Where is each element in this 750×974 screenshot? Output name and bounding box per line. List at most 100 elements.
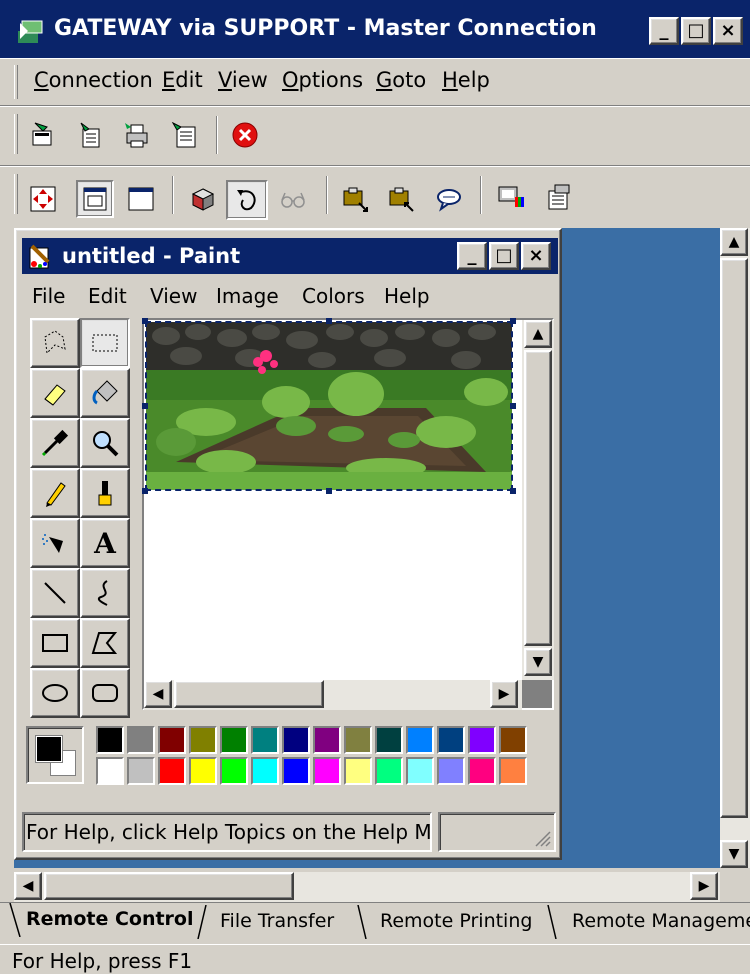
- properties-button[interactable]: [168, 118, 202, 152]
- clipboard-get-button[interactable]: [384, 182, 418, 216]
- paint-vertical-scroll-thumb[interactable]: [524, 350, 552, 646]
- palette-color-swatch[interactable]: [344, 757, 372, 785]
- palette-color-swatch[interactable]: [158, 726, 186, 754]
- line-tool[interactable]: [30, 568, 80, 618]
- palette-color-swatch[interactable]: [158, 757, 186, 785]
- palette-color-swatch[interactable]: [468, 726, 496, 754]
- palette-color-swatch[interactable]: [375, 726, 403, 754]
- clipboard-send-button[interactable]: [338, 182, 372, 216]
- minimize-button[interactable]: _: [649, 17, 679, 45]
- text-tool[interactable]: A: [80, 518, 130, 568]
- palette-color-swatch[interactable]: [96, 757, 124, 785]
- palette-color-swatch[interactable]: [499, 757, 527, 785]
- menu-edit[interactable]: Edit: [162, 68, 203, 92]
- palette-color-swatch[interactable]: [406, 757, 434, 785]
- vertical-scrollbar[interactable]: ▲ ▼: [720, 228, 750, 868]
- scroll-up-button[interactable]: ▲: [720, 228, 748, 256]
- select-tool[interactable]: [80, 318, 130, 368]
- stop-button[interactable]: [228, 118, 262, 152]
- paint-scroll-up-button[interactable]: ▲: [524, 320, 552, 348]
- palette-color-swatch[interactable]: [499, 726, 527, 754]
- selection-handle[interactable]: [326, 488, 332, 494]
- palette-color-swatch[interactable]: [189, 726, 217, 754]
- horizontal-scrollbar[interactable]: ◀ ▶: [14, 872, 720, 902]
- disconnect-button[interactable]: [74, 118, 108, 152]
- paint-menu-view[interactable]: View: [150, 284, 197, 308]
- polygon-tool[interactable]: [80, 618, 130, 668]
- vertical-scroll-thumb[interactable]: [720, 258, 748, 818]
- palette-color-swatch[interactable]: [282, 757, 310, 785]
- horizontal-scroll-thumb[interactable]: [44, 872, 294, 900]
- toolbar-grip[interactable]: [14, 114, 18, 154]
- selection-handle[interactable]: [142, 488, 148, 494]
- paint-minimize-button[interactable]: _: [457, 242, 487, 270]
- menu-connection[interactable]: Connection: [34, 68, 153, 92]
- paint-canvas[interactable]: [142, 318, 522, 680]
- paint-scroll-right-button[interactable]: ▶: [490, 680, 518, 708]
- free-form-select-tool[interactable]: [30, 318, 80, 368]
- selection-handle[interactable]: [510, 403, 516, 409]
- scaled-view-button[interactable]: [76, 180, 114, 218]
- tab-remote-management[interactable]: Remote Management: [544, 905, 750, 939]
- palette-color-swatch[interactable]: [313, 757, 341, 785]
- menu-options[interactable]: Options: [282, 68, 363, 92]
- paint-scroll-down-button[interactable]: ▼: [524, 648, 552, 676]
- tab-remote-printing[interactable]: Remote Printing: [354, 905, 544, 939]
- color-picker-tool[interactable]: [30, 418, 80, 468]
- paint-menu-colors[interactable]: Colors: [302, 284, 365, 308]
- paint-scroll-left-button[interactable]: ◀: [144, 680, 172, 708]
- fill-tool[interactable]: [80, 368, 130, 418]
- full-screen-button[interactable]: [26, 182, 60, 216]
- palette-color-swatch[interactable]: [251, 757, 279, 785]
- palette-color-swatch[interactable]: [437, 757, 465, 785]
- chat-button[interactable]: [432, 182, 466, 216]
- menu-grip[interactable]: [14, 65, 18, 99]
- palette-color-swatch[interactable]: [220, 757, 248, 785]
- palette-color-swatch[interactable]: [437, 726, 465, 754]
- selection-rectangle[interactable]: [145, 321, 513, 491]
- palette-color-swatch[interactable]: [127, 757, 155, 785]
- palette-color-swatch[interactable]: [313, 726, 341, 754]
- scroll-down-button[interactable]: ▼: [720, 840, 748, 868]
- paint-vertical-scrollbar[interactable]: ▲ ▼: [522, 320, 554, 680]
- paint-menu-image[interactable]: Image: [216, 284, 279, 308]
- paint-horizontal-scrollbar[interactable]: ◀ ▶: [144, 680, 522, 710]
- palette-color-swatch[interactable]: [251, 726, 279, 754]
- menu-view[interactable]: View: [218, 68, 268, 92]
- rotate-button[interactable]: [226, 180, 268, 220]
- remote-properties-button[interactable]: [540, 180, 574, 214]
- palette-color-swatch[interactable]: [375, 757, 403, 785]
- palette-color-swatch[interactable]: [406, 726, 434, 754]
- print-button[interactable]: [120, 118, 154, 152]
- palette-color-swatch[interactable]: [468, 757, 496, 785]
- curve-tool[interactable]: [80, 568, 130, 618]
- glasses-button[interactable]: [276, 182, 310, 216]
- magnifier-tool[interactable]: [80, 418, 130, 468]
- paint-window[interactable]: untitled - Paint _ □ × File Edit View Im…: [14, 228, 562, 860]
- close-button[interactable]: ×: [713, 17, 743, 45]
- selection-handle[interactable]: [326, 318, 332, 324]
- palette-color-swatch[interactable]: [344, 726, 372, 754]
- maximize-button[interactable]: □: [681, 17, 711, 45]
- palette-color-swatch[interactable]: [96, 726, 124, 754]
- palette-color-swatch[interactable]: [127, 726, 155, 754]
- tab-file-transfer[interactable]: File Transfer: [196, 905, 354, 939]
- selection-handle[interactable]: [510, 318, 516, 324]
- menu-help[interactable]: Help: [442, 68, 490, 92]
- toolbar-grip[interactable]: [14, 174, 18, 214]
- rectangle-tool[interactable]: [30, 618, 80, 668]
- remote-computer-button[interactable]: [494, 180, 528, 214]
- paint-maximize-button[interactable]: □: [489, 242, 519, 270]
- cube-button[interactable]: [186, 182, 220, 216]
- palette-color-swatch[interactable]: [282, 726, 310, 754]
- tab-remote-control[interactable]: Remote Control: [9, 903, 196, 939]
- pencil-tool[interactable]: [30, 468, 80, 518]
- brush-tool[interactable]: [80, 468, 130, 518]
- paint-menu-edit[interactable]: Edit: [88, 284, 127, 308]
- menu-goto[interactable]: Goto: [376, 68, 426, 92]
- rounded-rectangle-tool[interactable]: [80, 668, 130, 718]
- paint-horizontal-scroll-thumb[interactable]: [174, 680, 324, 708]
- selection-handle[interactable]: [510, 488, 516, 494]
- selection-handle[interactable]: [142, 403, 148, 409]
- eraser-tool[interactable]: [30, 368, 80, 418]
